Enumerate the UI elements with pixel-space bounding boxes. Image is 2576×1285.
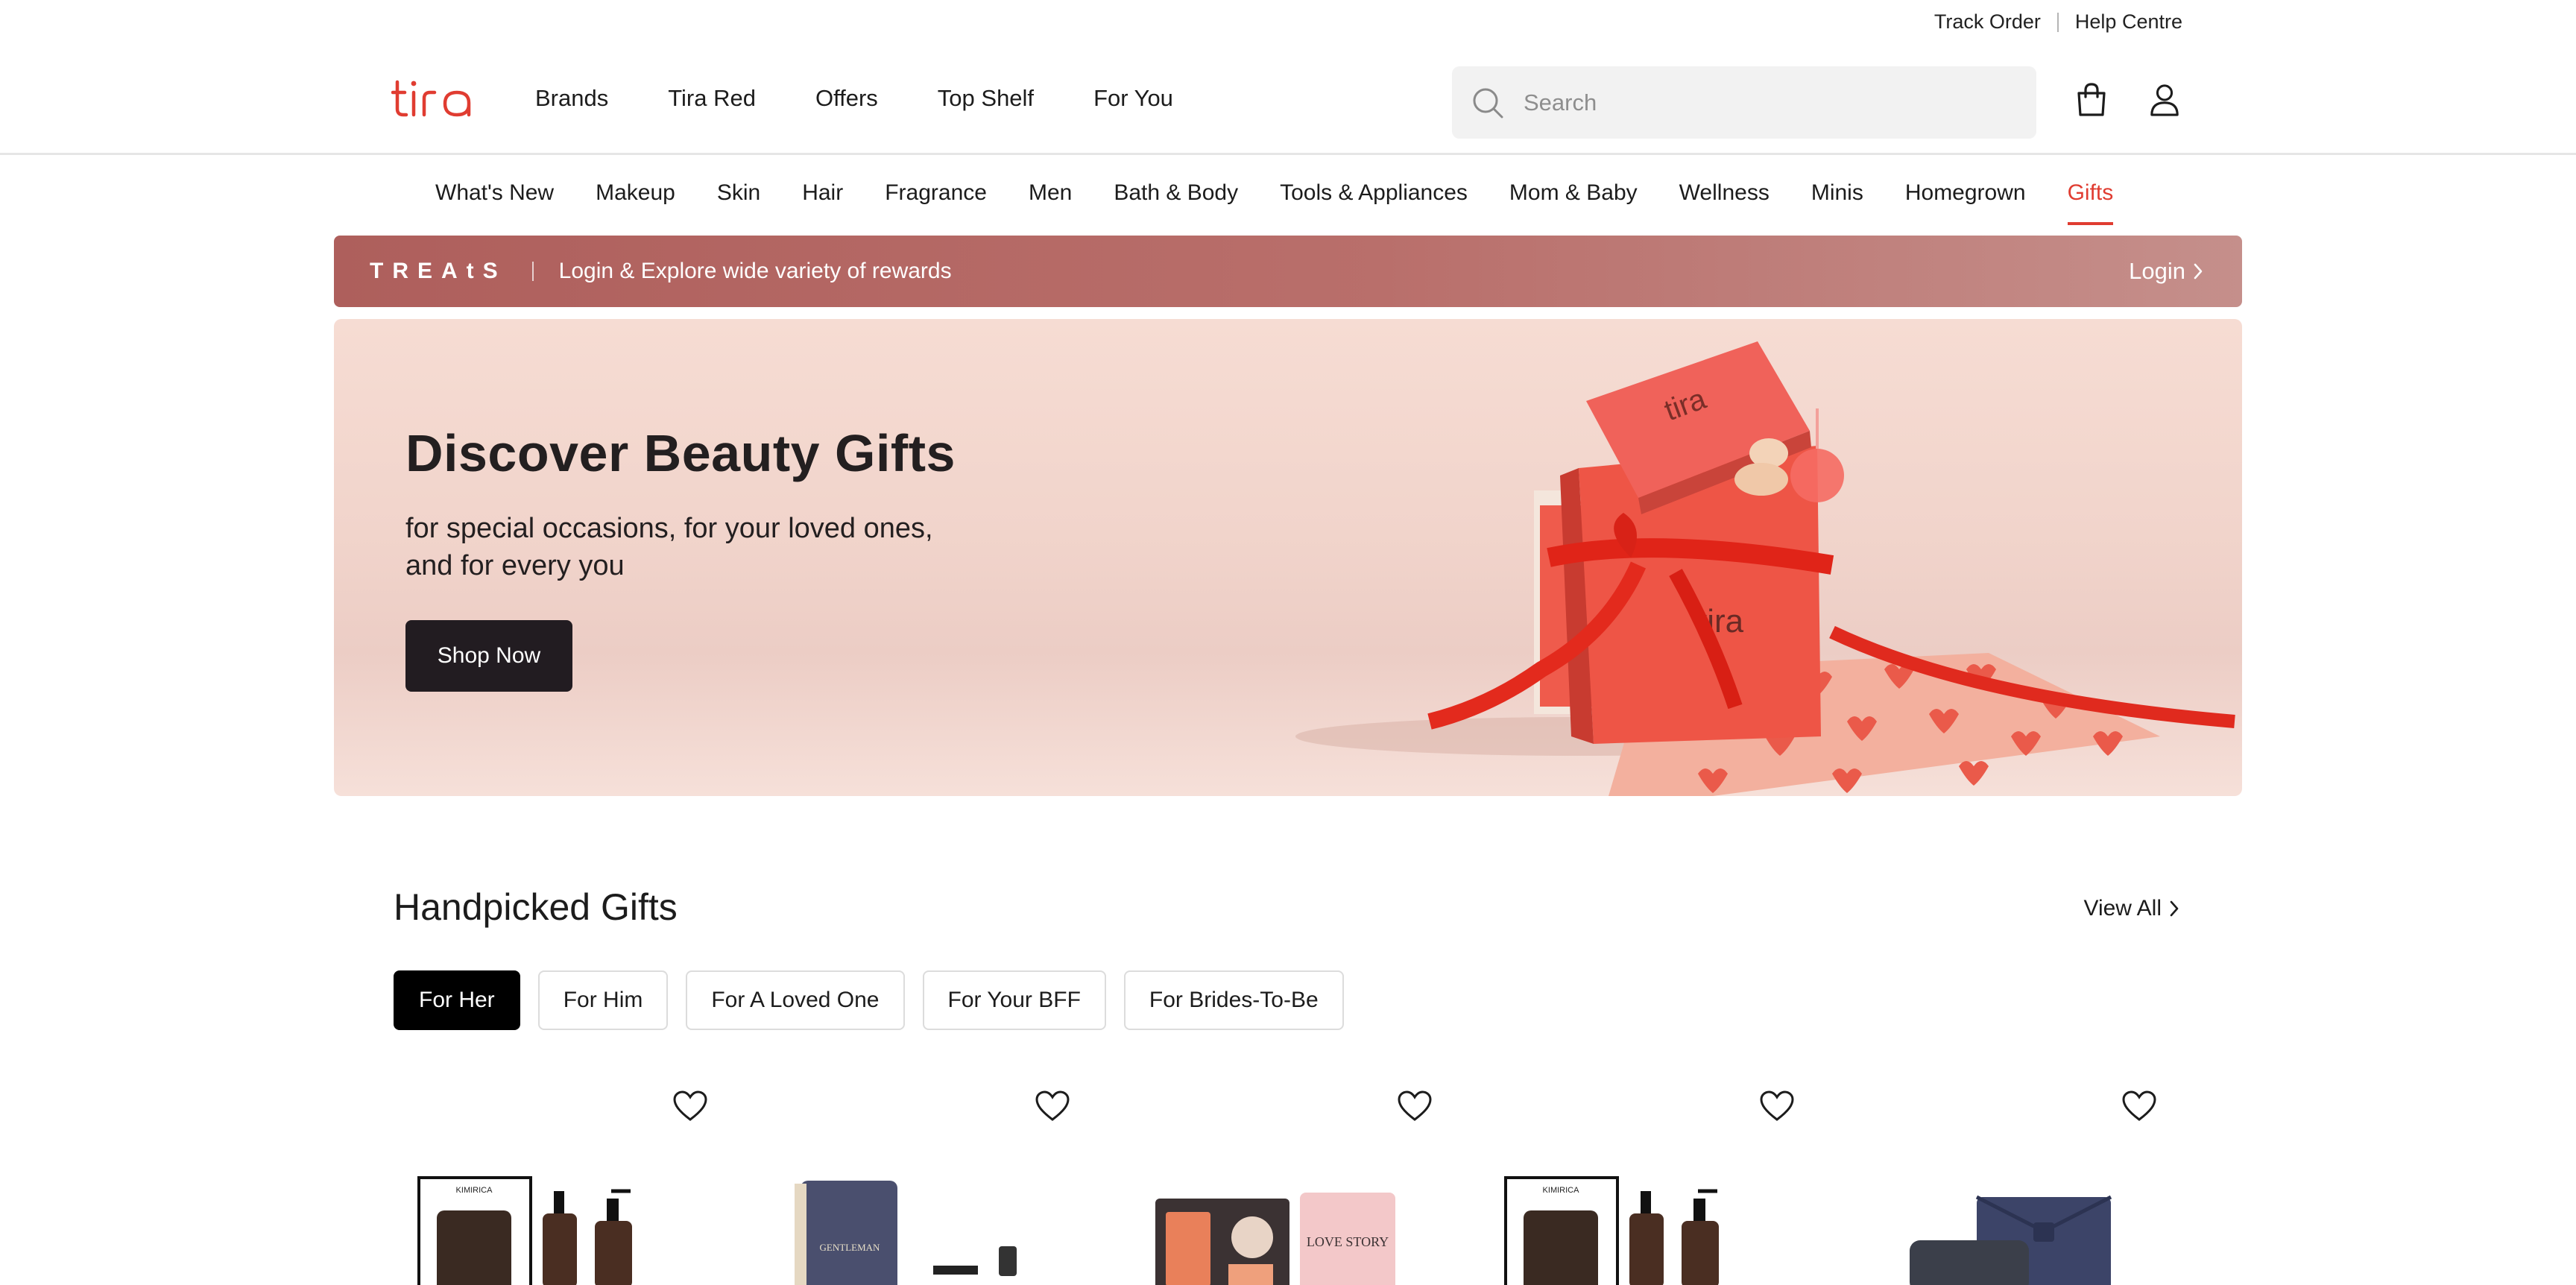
product-card[interactable]: LOVE STORY	[1118, 1081, 1433, 1285]
section-title: Handpicked Gifts	[394, 886, 678, 928]
category-whats-new[interactable]: What's New	[435, 180, 554, 221]
tab-for-her[interactable]: For Her	[394, 970, 520, 1030]
category-mom-baby[interactable]: Mom & Baby	[1509, 180, 1638, 221]
product-brand: KIMIRICA	[1543, 1186, 1580, 1195]
shopping-bag-icon[interactable]	[2071, 79, 2112, 121]
tab-for-him[interactable]: For Him	[537, 970, 669, 1030]
treats-message: Login & Explore wide variety of rewards	[558, 259, 952, 283]
category-tools-appliances[interactable]: Tools & Appliances	[1280, 180, 1468, 221]
product-brand: KIMIRICA	[456, 1186, 493, 1195]
chevron-right-icon	[2194, 263, 2203, 280]
view-all-link[interactable]: View All	[2083, 896, 2179, 921]
hero-subtitle-line: for special occasions, for your loved on…	[405, 513, 933, 544]
product-card[interactable]: KIMIRICA	[394, 1081, 707, 1285]
product-card[interactable]: GENTLEMAN	[756, 1081, 1070, 1285]
treats-logo: TREAtS	[370, 259, 507, 283]
user-icon[interactable]	[2144, 79, 2185, 121]
product-image: GENTLEMAN	[795, 1181, 1017, 1285]
heart-icon[interactable]	[1759, 1090, 1795, 1123]
heart-icon[interactable]	[2121, 1090, 2157, 1123]
main-nav: Brands Tira Red Offers Top Shelf For You	[535, 85, 1173, 112]
hero-subtitle: for special occasions, for your loved on…	[405, 510, 1076, 584]
treats-login-label: Login	[2129, 258, 2185, 284]
shop-now-button[interactable]: Shop Now	[405, 620, 572, 692]
hero-title: Discover Beauty Gifts	[405, 424, 956, 482]
category-minis[interactable]: Minis	[1811, 180, 1863, 221]
category-fragrance[interactable]: Fragrance	[885, 180, 987, 221]
utility-links: Track Order Help Centre	[1934, 10, 2182, 34]
treats-banner[interactable]: TREAtS Login & Explore wide variety of r…	[334, 236, 2242, 307]
product-image: KIMIRICA	[1504, 1176, 1719, 1285]
product-image: KIMIRICA	[417, 1176, 632, 1285]
divider	[2056, 12, 2059, 32]
category-homegrown[interactable]: Homegrown	[1905, 180, 2026, 221]
utility-bar: Track Order Help Centre	[0, 0, 2576, 46]
heart-icon[interactable]	[1397, 1090, 1433, 1123]
category-skin[interactable]: Skin	[717, 180, 760, 221]
heart-icon[interactable]	[1035, 1090, 1070, 1123]
category-men[interactable]: Men	[1029, 180, 1072, 221]
product-brand: LOVE STORY	[1307, 1234, 1389, 1249]
product-image: LOVE STORY	[1155, 1193, 1395, 1285]
nav-for-you[interactable]: For You	[1093, 85, 1173, 112]
product-card[interactable]: KIMIRICA	[1480, 1081, 1795, 1285]
chevron-right-icon	[2170, 900, 2179, 917]
track-order-link[interactable]: Track Order	[1934, 10, 2041, 34]
category-nav: What's New Makeup Skin Hair Fragrance Me…	[0, 157, 2576, 236]
main-header: Brands Tira Red Offers Top Shelf For You	[0, 46, 2576, 155]
product-row: KIMIRICA GENTLEMAN LOVE STORY KIMIRICA	[394, 1081, 2182, 1285]
gift-box-illustration: tira tira	[1295, 341, 2235, 796]
hero-banner[interactable]: Discover Beauty Gifts for special occasi…	[334, 319, 2242, 796]
tab-for-a-loved-one[interactable]: For A Loved One	[686, 970, 905, 1030]
category-wellness[interactable]: Wellness	[1679, 180, 1770, 221]
search-bar[interactable]	[1452, 66, 2036, 139]
product-card[interactable]	[1843, 1081, 2156, 1285]
help-centre-link[interactable]: Help Centre	[2075, 10, 2182, 34]
nav-offers[interactable]: Offers	[815, 85, 878, 112]
search-input[interactable]	[1524, 89, 2015, 116]
tab-for-your-bff[interactable]: For Your BFF	[922, 970, 1106, 1030]
nav-tira-red[interactable]: Tira Red	[668, 85, 756, 112]
treats-login-button[interactable]: Login	[2129, 258, 2203, 285]
category-makeup[interactable]: Makeup	[596, 180, 675, 221]
tab-for-brides-to-be[interactable]: For Brides-To-Be	[1123, 970, 1344, 1030]
category-hair[interactable]: Hair	[802, 180, 843, 221]
gift-tabs: For Her For Him For A Loved One For Your…	[394, 970, 1344, 1030]
product-image	[1910, 1195, 2112, 1285]
tira-logo[interactable]	[391, 76, 478, 122]
hero-subtitle-line: and for every you	[405, 550, 625, 581]
divider	[531, 262, 534, 281]
search-icon	[1473, 88, 1503, 118]
nav-top-shelf[interactable]: Top Shelf	[938, 85, 1034, 112]
product-brand: GENTLEMAN	[820, 1242, 880, 1253]
heart-icon[interactable]	[672, 1090, 708, 1123]
nav-brands[interactable]: Brands	[535, 85, 608, 112]
category-bath-body[interactable]: Bath & Body	[1114, 180, 1238, 221]
view-all-label: View All	[2083, 896, 2162, 921]
category-gifts[interactable]: Gifts	[2067, 180, 2113, 225]
